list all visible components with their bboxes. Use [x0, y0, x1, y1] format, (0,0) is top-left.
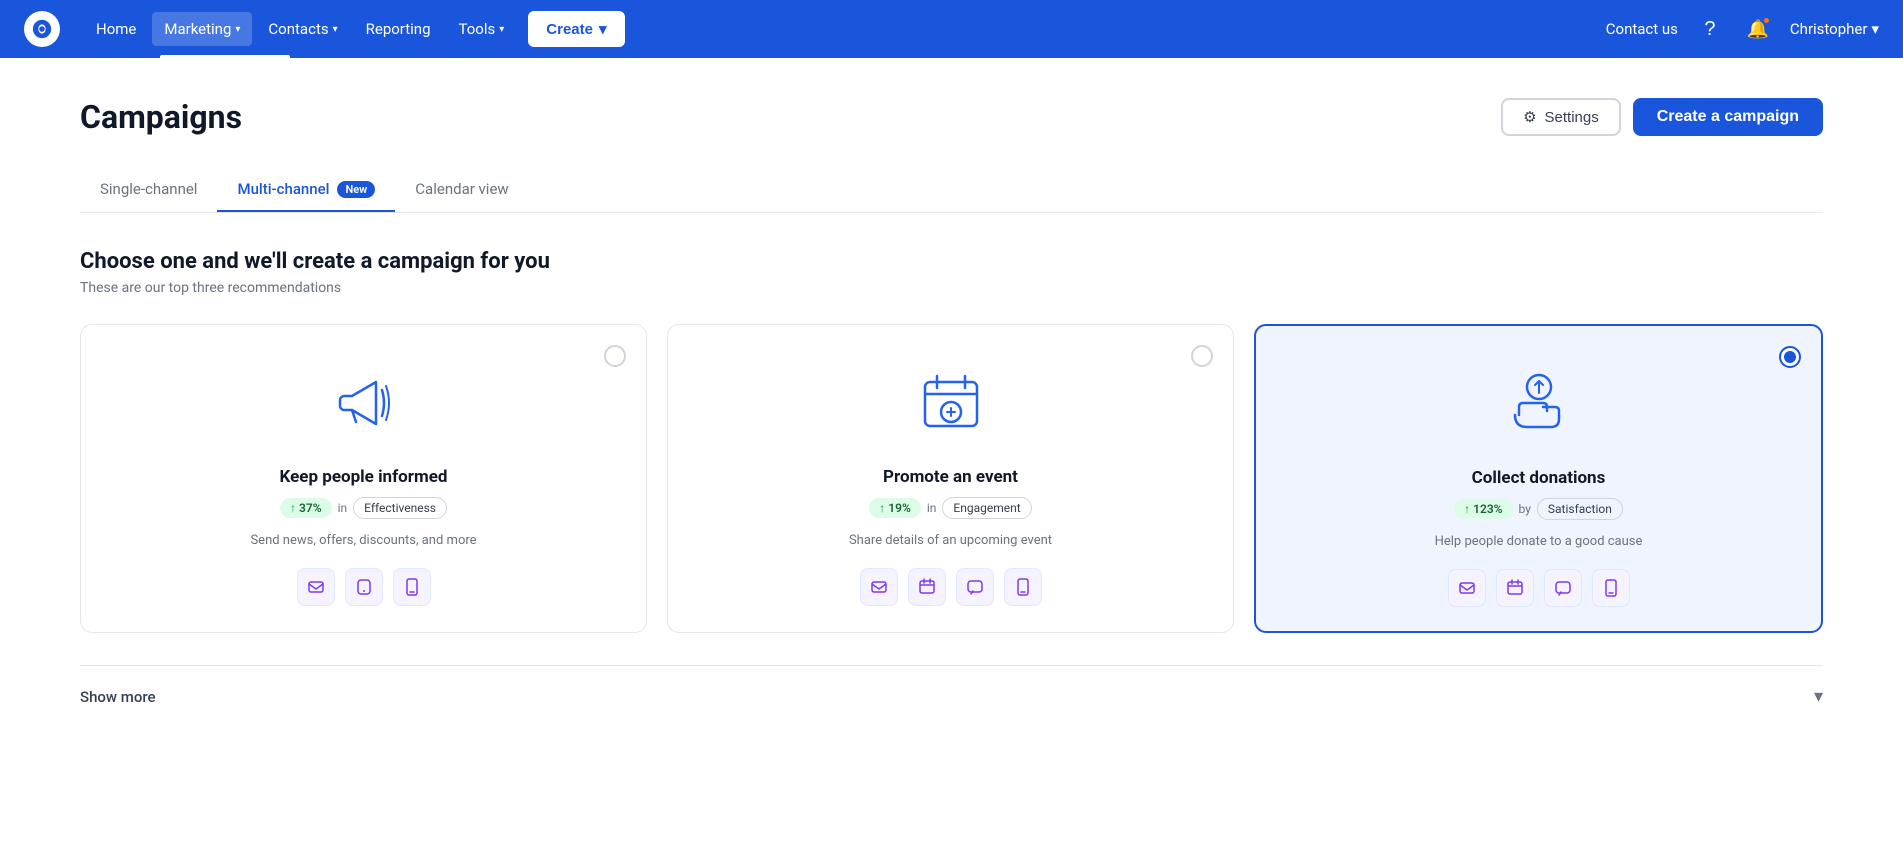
card-stats-keep-informed: ↑ 37% in Effectiveness: [280, 497, 447, 519]
card-channels-keep-informed: [297, 568, 431, 606]
megaphone-icon: [319, 357, 409, 447]
card-radio-promote-event[interactable]: [1191, 345, 1213, 367]
chevron-down-icon: ▾: [1814, 686, 1823, 707]
up-arrow-icon: ↑: [1464, 502, 1470, 516]
tools-chevron-icon: ▾: [499, 24, 504, 35]
navbar: Home Marketing ▾ Contacts ▾ Reporting To…: [0, 0, 1903, 58]
marketing-chevron-icon: ▾: [235, 24, 240, 35]
card-desc-collect-donations: Help people donate to a good cause: [1435, 534, 1643, 549]
contacts-chevron-icon: ▾: [333, 24, 338, 35]
card-channels-collect-donations: [1448, 569, 1630, 607]
card-channels-promote-event: [860, 568, 1042, 606]
help-button[interactable]: ?: [1694, 13, 1726, 45]
notification-dot: [1762, 16, 1771, 25]
card-keep-informed[interactable]: Keep people informed ↑ 37% in Effectiven…: [80, 324, 647, 633]
card-desc-promote-event: Share details of an upcoming event: [849, 533, 1052, 548]
contact-us-link[interactable]: Contact us: [1606, 20, 1678, 38]
gear-icon: ⚙: [1523, 108, 1536, 126]
stat-pill-promote-event: ↑ 19%: [869, 498, 921, 518]
create-campaign-button[interactable]: Create a campaign: [1633, 98, 1823, 136]
tab-single-channel[interactable]: Single-channel: [80, 168, 217, 212]
sms-channel-icon: [1544, 569, 1582, 607]
nav-marketing[interactable]: Marketing ▾: [152, 12, 252, 46]
tab-calendar-view[interactable]: Calendar view: [395, 168, 528, 212]
mobile-channel-icon: [1592, 569, 1630, 607]
email-channel-icon: [1448, 569, 1486, 607]
email-channel-icon: [860, 568, 898, 606]
card-collect-donations[interactable]: Collect donations ↑ 123% by Satisfaction…: [1254, 324, 1823, 633]
card-radio-keep-informed[interactable]: [604, 345, 626, 367]
up-arrow-icon: ↑: [290, 501, 296, 515]
page-title: Campaigns: [80, 98, 242, 136]
stat-pill-keep-informed: ↑ 37%: [280, 498, 332, 518]
nav-reporting[interactable]: Reporting: [354, 12, 443, 46]
user-menu[interactable]: Christopher ▾: [1790, 20, 1879, 38]
mobile-channel-icon: [1004, 568, 1042, 606]
calendar-icon: [906, 357, 996, 447]
settings-button[interactable]: ⚙ Settings: [1501, 98, 1621, 136]
calendar-channel-icon: [908, 568, 946, 606]
sms-channel-icon: [956, 568, 994, 606]
show-more-row[interactable]: Show more ▾: [80, 665, 1823, 707]
mobile-channel-icon: [393, 568, 431, 606]
card-stats-promote-event: ↑ 19% in Engagement: [869, 497, 1031, 519]
nav-contacts[interactable]: Contacts ▾: [256, 12, 349, 46]
logo[interactable]: [24, 11, 60, 47]
card-title-collect-donations: Collect donations: [1472, 468, 1606, 488]
email-channel-icon: [297, 568, 335, 606]
user-chevron-icon: ▾: [1871, 20, 1879, 38]
donation-icon: [1494, 358, 1584, 448]
help-icon: ?: [1704, 18, 1715, 41]
show-more-label: Show more: [80, 688, 156, 706]
tab-multi-channel[interactable]: Multi-channel New: [217, 168, 395, 212]
active-nav-indicator: [160, 55, 290, 58]
card-title-keep-informed: Keep people informed: [280, 467, 448, 487]
header-actions: ⚙ Settings Create a campaign: [1501, 98, 1823, 136]
page-header: Campaigns ⚙ Settings Create a campaign: [80, 98, 1823, 136]
nav-right: Contact us ? 🔔 Christopher ▾: [1606, 13, 1879, 45]
create-button[interactable]: Create ▾: [528, 11, 624, 47]
create-chevron-icon: ▾: [599, 20, 607, 38]
card-promote-event[interactable]: Promote an event ↑ 19% in Engagement Sha…: [667, 324, 1234, 633]
card-title-promote-event: Promote an event: [883, 467, 1018, 487]
section-subtext: These are our top three recommendations: [80, 280, 1823, 296]
section-heading: Choose one and we'll create a campaign f…: [80, 249, 1823, 274]
campaign-cards-row: Keep people informed ↑ 37% in Effectiven…: [80, 324, 1823, 633]
calendar-channel-icon: [1496, 569, 1534, 607]
nav-tools[interactable]: Tools ▾: [447, 12, 517, 46]
sms-channel-icon: [345, 568, 383, 606]
up-arrow-icon: ↑: [879, 501, 885, 515]
stat-pill-collect-donations: ↑ 123%: [1454, 499, 1512, 519]
card-radio-collect-donations[interactable]: [1779, 346, 1801, 368]
tabs-bar: Single-channel Multi-channel New Calenda…: [80, 168, 1823, 213]
new-badge: New: [337, 181, 375, 198]
notifications-button[interactable]: 🔔: [1742, 13, 1774, 45]
main-content: Campaigns ⚙ Settings Create a campaign S…: [0, 58, 1903, 867]
nav-home[interactable]: Home: [84, 12, 148, 46]
card-desc-keep-informed: Send news, offers, discounts, and more: [250, 533, 476, 548]
card-stats-collect-donations: ↑ 123% by Satisfaction: [1454, 498, 1623, 520]
nav-links: Home Marketing ▾ Contacts ▾ Reporting To…: [84, 11, 1598, 47]
